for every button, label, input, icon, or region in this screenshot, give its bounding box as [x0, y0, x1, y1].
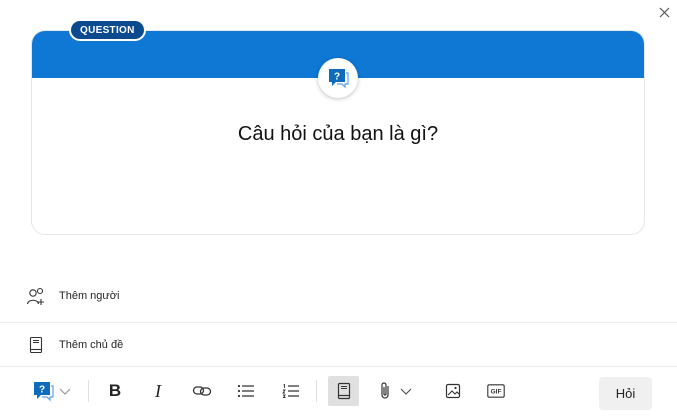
svg-text:GIF: GIF [491, 389, 502, 396]
bold-label: B [108, 381, 122, 400]
question-badge: QUESTION [69, 19, 146, 41]
bulleted-list-button[interactable] [233, 376, 259, 406]
link-button[interactable] [189, 376, 215, 406]
insert-image-button[interactable] [441, 376, 465, 406]
question-bubble-icon: ? [34, 382, 54, 402]
bold-button[interactable]: B [102, 376, 128, 406]
add-people-row[interactable]: Thêm người [0, 273, 677, 319]
numbered-list-icon [282, 384, 299, 398]
gif-icon: GIF [487, 384, 505, 398]
toolbar-separator [316, 380, 317, 402]
add-people-icon [24, 284, 48, 308]
svg-text:?: ? [39, 385, 45, 396]
add-people-label: Thêm người [59, 290, 120, 302]
post-type-dropdown[interactable]: ? [28, 376, 76, 406]
bulleted-list-icon [237, 384, 254, 398]
chevron-down-icon [400, 388, 412, 395]
question-bubble-icon: ? [329, 69, 349, 89]
ask-button[interactable]: Hỏi [599, 377, 652, 410]
chevron-down-icon [59, 388, 71, 395]
add-topic-row[interactable]: Thêm chủ đề [0, 322, 677, 367]
add-topic-label: Thêm chủ đề [59, 339, 124, 351]
close-button[interactable] [654, 2, 674, 22]
link-icon [192, 386, 212, 396]
topic-book-icon [337, 382, 350, 400]
question-title-input[interactable]: Câu hỏi của bạn là gì? [31, 123, 645, 146]
close-icon [659, 7, 669, 17]
attach-file-button[interactable] [373, 376, 419, 406]
image-icon [445, 383, 461, 399]
numbered-list-button[interactable] [278, 376, 304, 406]
book-icon [24, 333, 48, 357]
question-icon-circle: ? [318, 58, 358, 98]
topic-toggle-button[interactable] [328, 376, 359, 406]
toolbar-separator [88, 380, 89, 402]
italic-label: I [155, 380, 161, 401]
svg-text:?: ? [334, 72, 340, 83]
italic-button[interactable]: I [145, 376, 171, 406]
insert-gif-button[interactable]: GIF [484, 376, 508, 406]
attach-icon [381, 382, 389, 399]
